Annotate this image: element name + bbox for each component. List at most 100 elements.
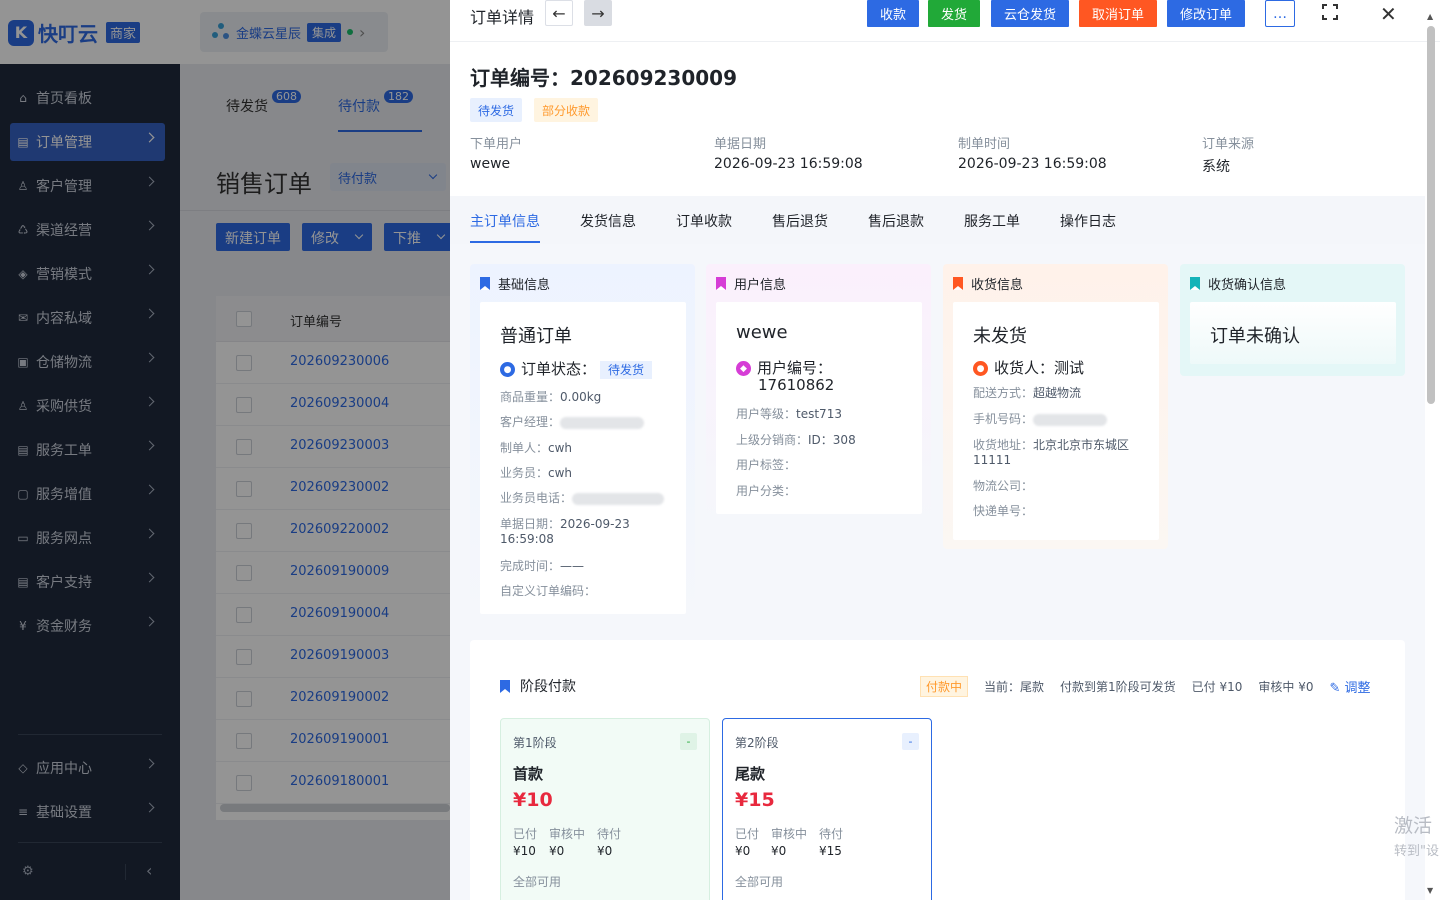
- pending-value: ¥15: [819, 844, 842, 858]
- user-id-value: 17610862: [758, 376, 835, 394]
- user-id-label: 用户编号：: [757, 359, 833, 377]
- info-key: 用户分类：: [736, 484, 797, 498]
- stage-amount: ¥10: [513, 789, 553, 811]
- reviewing-label: 审核中: [771, 827, 808, 841]
- info-key: 用户等级：: [736, 407, 797, 421]
- next-order-button[interactable]: →: [584, 0, 612, 26]
- tab-4[interactable]: 售后退款: [868, 211, 924, 231]
- meta-label: 单据日期: [714, 137, 767, 152]
- pending-value: ¥0: [597, 844, 613, 858]
- info-value: test713: [796, 407, 842, 421]
- tab-3[interactable]: 售后退货: [772, 211, 828, 231]
- action-button-3[interactable]: 取消订单: [1079, 0, 1157, 27]
- confirm-status: 订单未确认: [1210, 326, 1300, 347]
- redacted-value: [560, 416, 645, 429]
- card-title: 用户信息: [734, 278, 787, 293]
- card-body: 订单未确认: [1190, 302, 1396, 364]
- paid-value: ¥0: [735, 844, 751, 858]
- action-button-0[interactable]: 收款: [867, 0, 919, 27]
- info-key: 收货地址：: [973, 438, 1034, 452]
- info-key: 快递单号：: [973, 504, 1034, 518]
- tab-1[interactable]: 发货信息: [580, 211, 636, 231]
- bookmark-icon: [953, 277, 963, 290]
- card-title: 基础信息: [498, 278, 551, 293]
- reviewing-label: 审核中: [549, 827, 586, 841]
- meta-value: 系统: [1202, 159, 1230, 175]
- shipping-state: 未发货: [973, 326, 1027, 347]
- info-key: 单据日期：: [500, 517, 561, 531]
- info-key: 业务员：: [500, 466, 549, 480]
- card-header: 收货确认信息: [1190, 274, 1286, 293]
- paid-label: 已付: [513, 827, 538, 841]
- tab-6[interactable]: 操作日志: [1060, 211, 1116, 231]
- card-body: 普通订单 ● 订单状态： 待发货 商品重量：0.00kg 客户经理： 制单人：cwh 业务…: [480, 302, 686, 614]
- info-key: 客户经理：: [500, 415, 561, 429]
- action-button-4[interactable]: 修改订单: [1167, 0, 1245, 27]
- collapse-stage-button[interactable]: -: [902, 733, 919, 750]
- receiver-label: 收货人：: [994, 359, 1055, 377]
- card-title: 收货信息: [971, 278, 1024, 293]
- active-tab-indicator: [470, 241, 540, 243]
- action-button-2[interactable]: 云仓发货: [991, 0, 1069, 27]
- order-detail-drawer: 订单详情 ← → 收款 发货 云仓发货 取消订单 修改订单 … ✕ 订单编号：20260…: [450, 0, 1440, 900]
- bookmark-icon: [480, 277, 490, 290]
- info-key: 物流公司：: [973, 479, 1034, 493]
- stage-payment-header: 阶段付款: [500, 676, 576, 696]
- info-row: 自定义订单编码：: [500, 584, 680, 599]
- card-header: 基础信息: [480, 274, 550, 293]
- info-row: 上级分销商：ID：308: [736, 433, 916, 448]
- info-row: 商品重量：0.00kg: [500, 390, 680, 405]
- info-key: 配送方式：: [973, 386, 1034, 400]
- current-stage-text: 当前：尾款: [984, 680, 1045, 694]
- tab-5[interactable]: 服务工单: [964, 211, 1020, 231]
- info-row: 快递单号：: [973, 504, 1153, 519]
- redacted-value: [572, 492, 665, 505]
- order-number-title: 订单编号：202609230009: [470, 66, 737, 90]
- order-status-row: ● 订单状态： 待发货: [500, 358, 653, 379]
- pending-label: 待付: [819, 827, 844, 841]
- collapse-stage-button[interactable]: -: [680, 733, 697, 750]
- vertical-scrollbar[interactable]: ▲ ▼: [1426, 12, 1436, 900]
- activation-watermark: 激活: [1394, 815, 1433, 837]
- order-status-badge: 待发货: [600, 361, 653, 379]
- more-actions-button[interactable]: …: [1265, 0, 1295, 27]
- info-key: 手机号码：: [973, 412, 1034, 426]
- payment-stage-card[interactable]: 第1阶段 首款 ¥10 已付 审核中 待付 ¥10 ¥0 ¥0 全部可用 -: [500, 718, 710, 900]
- stage-number: 第2阶段: [735, 736, 779, 750]
- tab-0[interactable]: 主订单信息: [470, 211, 540, 231]
- availability-text: 全部可用: [735, 875, 784, 889]
- main-order-info-panel: 基础信息 普通订单 ● 订单状态： 待发货 商品重量：0.00kg 客户经理： 制单人：…: [450, 244, 1425, 900]
- adjust-button[interactable]: ✎ 调整: [1330, 677, 1371, 696]
- paid-total-text: 已付 ¥10: [1191, 680, 1243, 694]
- scroll-down-icon[interactable]: ▼: [1427, 886, 1433, 895]
- previous-order-button[interactable]: ←: [545, 0, 573, 26]
- payment-status-tag: 部分收款: [534, 98, 599, 122]
- modal-overlay[interactable]: [0, 0, 450, 900]
- info-row: 用户标签：: [736, 458, 916, 473]
- close-icon[interactable]: ✕: [1380, 2, 1397, 26]
- paid-label: 已付: [735, 827, 760, 841]
- tab-2[interactable]: 订单收款: [676, 211, 732, 231]
- drawer-header: 订单详情 ← → 收款 发货 云仓发货 取消订单 修改订单 … ✕: [450, 0, 1440, 42]
- info-row: 用户等级：test713: [736, 407, 916, 422]
- meta-label: 订单来源: [1202, 137, 1255, 152]
- status-tag: 待发货: [470, 98, 523, 122]
- order-status-label: 订单状态：: [521, 360, 597, 378]
- user-name: wewe: [736, 322, 788, 343]
- scroll-up-icon[interactable]: ▲: [1427, 12, 1433, 21]
- fullscreen-icon[interactable]: [1322, 4, 1338, 20]
- info-row: 业务员：cwh: [500, 466, 680, 481]
- info-key: 制单人：: [500, 441, 549, 455]
- scrollbar-thumb[interactable]: [1427, 26, 1435, 404]
- drawer-title: 订单详情: [470, 8, 535, 27]
- action-button-1[interactable]: 发货: [928, 0, 980, 27]
- info-row: 客户经理：: [500, 415, 680, 430]
- info-value: 超越物流: [1033, 386, 1082, 400]
- payment-stage-card[interactable]: 第2阶段 尾款 ¥15 已付 审核中 待付 ¥0 ¥0 ¥15 全部可用 -: [722, 718, 932, 900]
- info-key: 商品重量：: [500, 390, 561, 404]
- edit-icon: ✎: [1329, 681, 1341, 696]
- info-value: cwh: [548, 466, 573, 480]
- card-title: 收货确认信息: [1208, 278, 1287, 293]
- meta-value: 2026-09-23 16:59:08: [958, 156, 1107, 172]
- info-row: 业务员电话：: [500, 491, 680, 506]
